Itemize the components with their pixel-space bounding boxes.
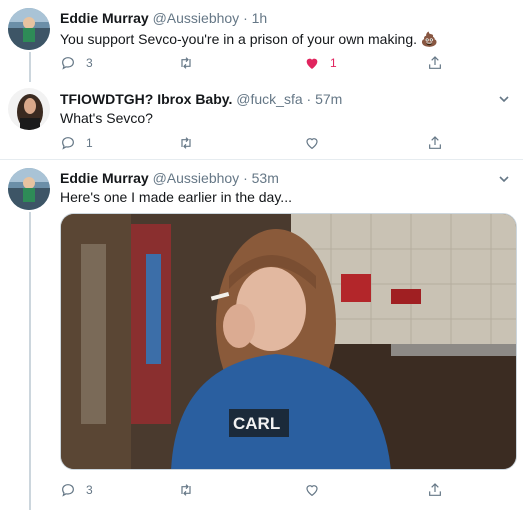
share-button[interactable]: [427, 133, 443, 153]
separator-dot: ·: [243, 170, 248, 186]
timestamp[interactable]: 57m: [315, 91, 342, 107]
avatar[interactable]: [8, 168, 50, 210]
like-icon: [306, 138, 318, 150]
author-name[interactable]: Eddie Murray: [60, 170, 149, 186]
retweet-button[interactable]: [178, 133, 204, 153]
like-button[interactable]: [304, 133, 330, 153]
author-name[interactable]: Eddie Murray: [60, 10, 149, 26]
reply-icon: [62, 484, 74, 497]
share-icon: [429, 56, 441, 69]
like-count: 1: [330, 56, 337, 70]
tweet-2[interactable]: TFIOWDTGH? Ibrox Baby. @fuck_sfa · 57m W…: [0, 82, 523, 160]
tweet-actions: 1: [60, 133, 450, 153]
timestamp[interactable]: 53m: [252, 170, 279, 186]
separator-dot: ·: [306, 91, 312, 107]
tweet-1[interactable]: Eddie Murray @Aussiebhoy · 1h You suppor…: [0, 0, 523, 82]
avatar[interactable]: [8, 88, 50, 130]
reply-icon: [62, 137, 74, 150]
like-button[interactable]: [304, 480, 330, 500]
retweet-icon: [181, 137, 191, 149]
share-button[interactable]: [427, 480, 443, 500]
like-icon: [306, 485, 318, 497]
reply-button[interactable]: 3: [60, 480, 93, 500]
thread-line: [29, 212, 31, 510]
tweet-photo[interactable]: CARL: [60, 213, 517, 470]
share-icon: [429, 136, 441, 149]
avatar[interactable]: [8, 8, 50, 50]
like-button[interactable]: 1: [304, 53, 337, 73]
retweet-button[interactable]: [178, 53, 204, 73]
caret-down-icon[interactable]: [497, 172, 511, 186]
reply-icon: [62, 57, 74, 70]
share-button[interactable]: [427, 53, 443, 73]
reply-button[interactable]: 3: [60, 53, 93, 73]
timestamp[interactable]: 1h: [252, 10, 268, 26]
reply-button[interactable]: 1: [60, 133, 93, 153]
tweet-text: What's Sevco?: [60, 110, 153, 126]
tweet-text: Here's one I made earlier in the day...: [60, 189, 292, 205]
author-handle[interactable]: @fuck_sfa: [236, 91, 302, 107]
reply-count: 3: [86, 56, 93, 70]
tweet-text: You support Sevco-you're in a prison of …: [60, 31, 418, 47]
author-name[interactable]: TFIOWDTGH? Ibrox Baby.: [60, 91, 232, 107]
poop-emoji-icon: 💩: [420, 31, 439, 47]
separator-dot: ·: [243, 10, 248, 26]
tweet-actions: 3 1: [60, 53, 450, 73]
thread-line: [29, 52, 31, 82]
retweet-button[interactable]: [178, 480, 204, 500]
retweet-icon: [181, 484, 191, 496]
author-handle[interactable]: @Aussiebhoy: [153, 10, 240, 26]
shirt-text: CARL: [233, 414, 280, 433]
reply-count: 1: [86, 136, 93, 150]
retweet-icon: [181, 57, 191, 69]
tweet-actions: 3: [60, 480, 450, 500]
reply-count: 3: [86, 483, 93, 497]
share-icon: [429, 483, 441, 496]
caret-down-icon[interactable]: [497, 92, 511, 106]
author-handle[interactable]: @Aussiebhoy: [153, 170, 240, 186]
like-icon: [306, 58, 318, 69]
